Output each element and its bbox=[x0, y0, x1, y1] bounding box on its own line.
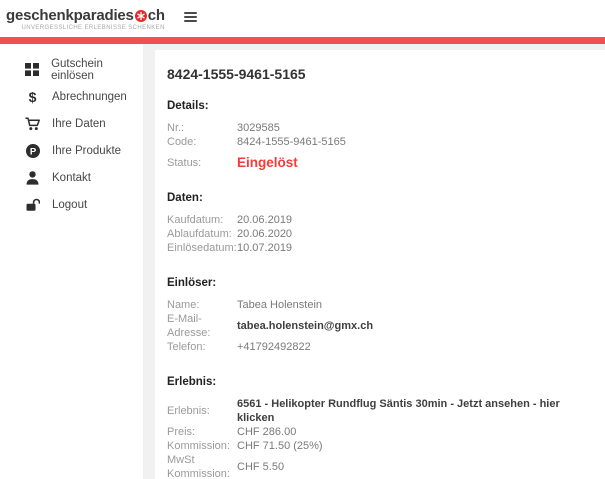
sidebar-item-kontakt[interactable]: Kontakt bbox=[0, 164, 143, 191]
hamburger-icon[interactable] bbox=[181, 9, 200, 25]
row-label: Telefon: bbox=[167, 340, 237, 354]
row-label: Kommission: bbox=[167, 439, 237, 453]
row-label: Status: bbox=[167, 156, 237, 170]
sidebar-item-label: Ihre Daten bbox=[52, 118, 106, 130]
daten-section: Daten: Kaufdatum: 20.06.2019 Ablaufdatum… bbox=[167, 192, 589, 255]
cart-icon bbox=[25, 117, 40, 131]
einloeser-row-email: E-Mail-Adresse: tabea.holenstein@gmx.ch bbox=[167, 312, 589, 340]
accent-bar bbox=[0, 37, 605, 44]
row-label: Code: bbox=[167, 135, 237, 149]
sidebar-item-label: Logout bbox=[52, 199, 87, 211]
sidebar-item-label: Kontakt bbox=[52, 172, 91, 184]
row-value: 8424-1555-9461-5165 bbox=[237, 135, 346, 149]
einloeser-heading: Einlöser: bbox=[167, 277, 589, 289]
grid-icon bbox=[25, 63, 39, 76]
row-label: E-Mail-Adresse: bbox=[167, 312, 237, 340]
row-label: Name: bbox=[167, 298, 237, 312]
erlebnis-row-link: Erlebnis: 6561 - Helikopter Rundflug Sän… bbox=[167, 397, 589, 425]
logo-text-suffix: ch bbox=[148, 7, 165, 24]
sidebar-item-label: Ihre Produkte bbox=[52, 145, 121, 157]
row-value: CHF 5.50 bbox=[237, 460, 284, 474]
sidebar-item-label: Gutschein einlösen bbox=[51, 58, 143, 82]
voucher-detail-card: 8424-1555-9461-5165 Details: Nr.: 302958… bbox=[155, 50, 605, 479]
row-label: Einlösedatum: bbox=[167, 241, 237, 255]
erlebnis-row-kommission: Kommission: CHF 71.50 (25%) bbox=[167, 439, 589, 453]
header: geschenkparadies ch UNVERGESSLICHE ERLEB… bbox=[0, 0, 605, 37]
details-section: Details: Nr.: 3029585 Code: 8424-1555-94… bbox=[167, 100, 589, 170]
erlebnis-row-preis: Preis: CHF 286.00 bbox=[167, 425, 589, 439]
erlebnis-link[interactable]: 6561 - Helikopter Rundflug Säntis 30min … bbox=[237, 397, 589, 425]
daten-row-kaufdatum: Kaufdatum: 20.06.2019 bbox=[167, 213, 589, 227]
user-icon bbox=[25, 171, 40, 185]
row-value: CHF 71.50 (25%) bbox=[237, 439, 323, 453]
status-badge: Eingelöst bbox=[237, 156, 298, 170]
svg-text:P: P bbox=[29, 146, 36, 157]
erlebnis-section: Erlebnis: Erlebnis: 6561 - Helikopter Ru… bbox=[167, 376, 589, 479]
email-link[interactable]: tabea.holenstein@gmx.ch bbox=[237, 319, 373, 333]
row-value: Tabea Holenstein bbox=[237, 298, 322, 312]
row-label: MwSt Kommission: bbox=[167, 453, 237, 479]
row-label: Kaufdatum: bbox=[167, 213, 237, 227]
row-label: Nr.: bbox=[167, 121, 237, 135]
page-title: 8424-1555-9461-5165 bbox=[167, 66, 589, 82]
details-heading: Details: bbox=[167, 100, 589, 112]
einloeser-row-telefon: Telefon: +41792492822 bbox=[167, 340, 589, 354]
row-label: Ablaufdatum: bbox=[167, 227, 237, 241]
row-label: Preis: bbox=[167, 425, 237, 439]
einloeser-section: Einlöser: Name: Tabea Holenstein E-Mail-… bbox=[167, 277, 589, 354]
row-label: Erlebnis: bbox=[167, 404, 237, 418]
daten-row-einloesedatum: Einlösedatum: 10.07.2019 bbox=[167, 241, 589, 255]
sidebar-item-label: Abrechnungen bbox=[52, 91, 127, 103]
red-circle-bow-icon bbox=[135, 9, 147, 21]
logo[interactable]: geschenkparadies ch UNVERGESSLICHE ERLEB… bbox=[6, 7, 165, 31]
unlock-icon bbox=[25, 198, 40, 211]
main-region: 8424-1555-9461-5165 Details: Nr.: 302958… bbox=[143, 44, 605, 479]
sidebar-item-gutschein-einloesen[interactable]: Gutschein einlösen bbox=[0, 56, 143, 83]
logo-tagline: UNVERGESSLICHE ERLEBNISSE SCHENKEN bbox=[6, 25, 165, 31]
product-p-icon: P bbox=[25, 144, 40, 158]
logo-text-main: geschenkparadies bbox=[6, 7, 134, 24]
row-value: 20.06.2019 bbox=[237, 213, 292, 227]
app-window: geschenkparadies ch UNVERGESSLICHE ERLEB… bbox=[0, 0, 605, 479]
erlebnis-heading: Erlebnis: bbox=[167, 376, 589, 388]
erlebnis-row-mwst-kommission: MwSt Kommission: CHF 5.50 bbox=[167, 453, 589, 479]
row-value: CHF 286.00 bbox=[237, 425, 296, 439]
sidebar-item-ihre-produkte[interactable]: P Ihre Produkte bbox=[0, 137, 143, 164]
content-area: Gutschein einlösen $ Abrechnungen Ihre D… bbox=[0, 44, 605, 479]
row-value: 10.07.2019 bbox=[237, 241, 292, 255]
row-value: 20.06.2020 bbox=[237, 227, 292, 241]
sidebar-item-ihre-daten[interactable]: Ihre Daten bbox=[0, 110, 143, 137]
status-row: Status: Eingelöst bbox=[167, 156, 589, 170]
detail-row-nr: Nr.: 3029585 bbox=[167, 121, 589, 135]
dollar-icon: $ bbox=[25, 89, 40, 105]
sidebar-item-abrechnungen[interactable]: $ Abrechnungen bbox=[0, 83, 143, 110]
daten-heading: Daten: bbox=[167, 192, 589, 204]
daten-row-ablaufdatum: Ablaufdatum: 20.06.2020 bbox=[167, 227, 589, 241]
row-value: +41792492822 bbox=[237, 340, 311, 354]
detail-row-code: Code: 8424-1555-9461-5165 bbox=[167, 135, 589, 149]
sidebar: Gutschein einlösen $ Abrechnungen Ihre D… bbox=[0, 44, 143, 479]
logo-wordmark: geschenkparadies ch bbox=[6, 7, 165, 24]
einloeser-row-name: Name: Tabea Holenstein bbox=[167, 298, 589, 312]
sidebar-item-logout[interactable]: Logout bbox=[0, 191, 143, 218]
row-value: 3029585 bbox=[237, 121, 280, 135]
